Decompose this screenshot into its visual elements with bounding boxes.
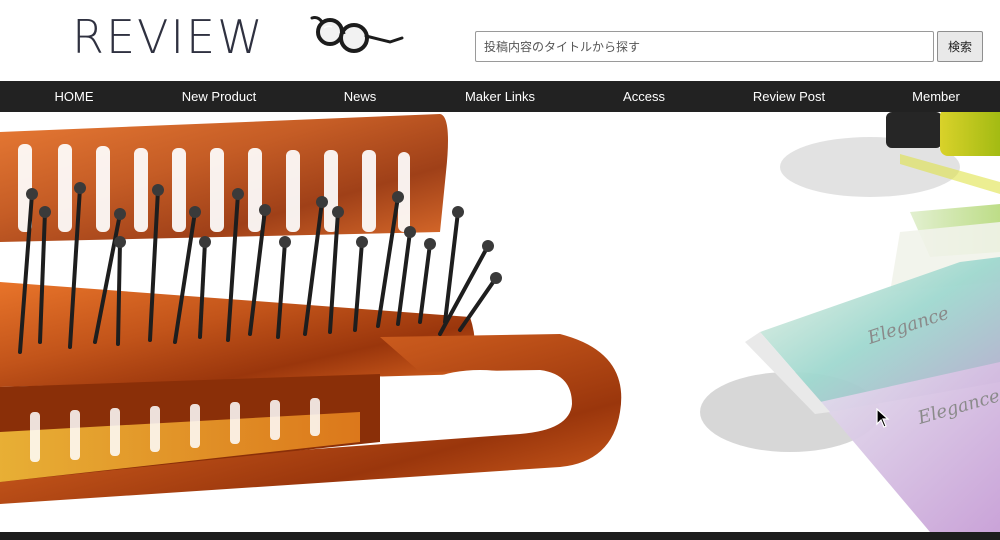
hero-banner: Elegance Elegance (0, 112, 1000, 532)
glasses-icon (310, 16, 404, 53)
mouse-cursor-icon (876, 408, 890, 428)
footer-strip (0, 532, 1000, 540)
nav-item-member[interactable]: Member (912, 81, 960, 112)
search-input[interactable] (475, 31, 934, 62)
nav-item-home[interactable]: HOME (55, 81, 94, 112)
hero-image: Elegance Elegance (0, 112, 1000, 532)
nav-item-review-post[interactable]: Review Post (753, 81, 825, 112)
site-logo-text[interactable]: REVIEW (72, 10, 265, 64)
nav-item-new-product[interactable]: New Product (182, 81, 256, 112)
nav-item-maker-links[interactable]: Maker Links (465, 81, 535, 112)
main-nav: HOME New Product News Maker Links Access… (0, 81, 1000, 112)
nav-item-news[interactable]: News (344, 81, 377, 112)
site-header: REVIEW 検索 (0, 0, 1000, 81)
nav-item-access[interactable]: Access (623, 81, 665, 112)
search-button[interactable]: 検索 (937, 31, 983, 62)
